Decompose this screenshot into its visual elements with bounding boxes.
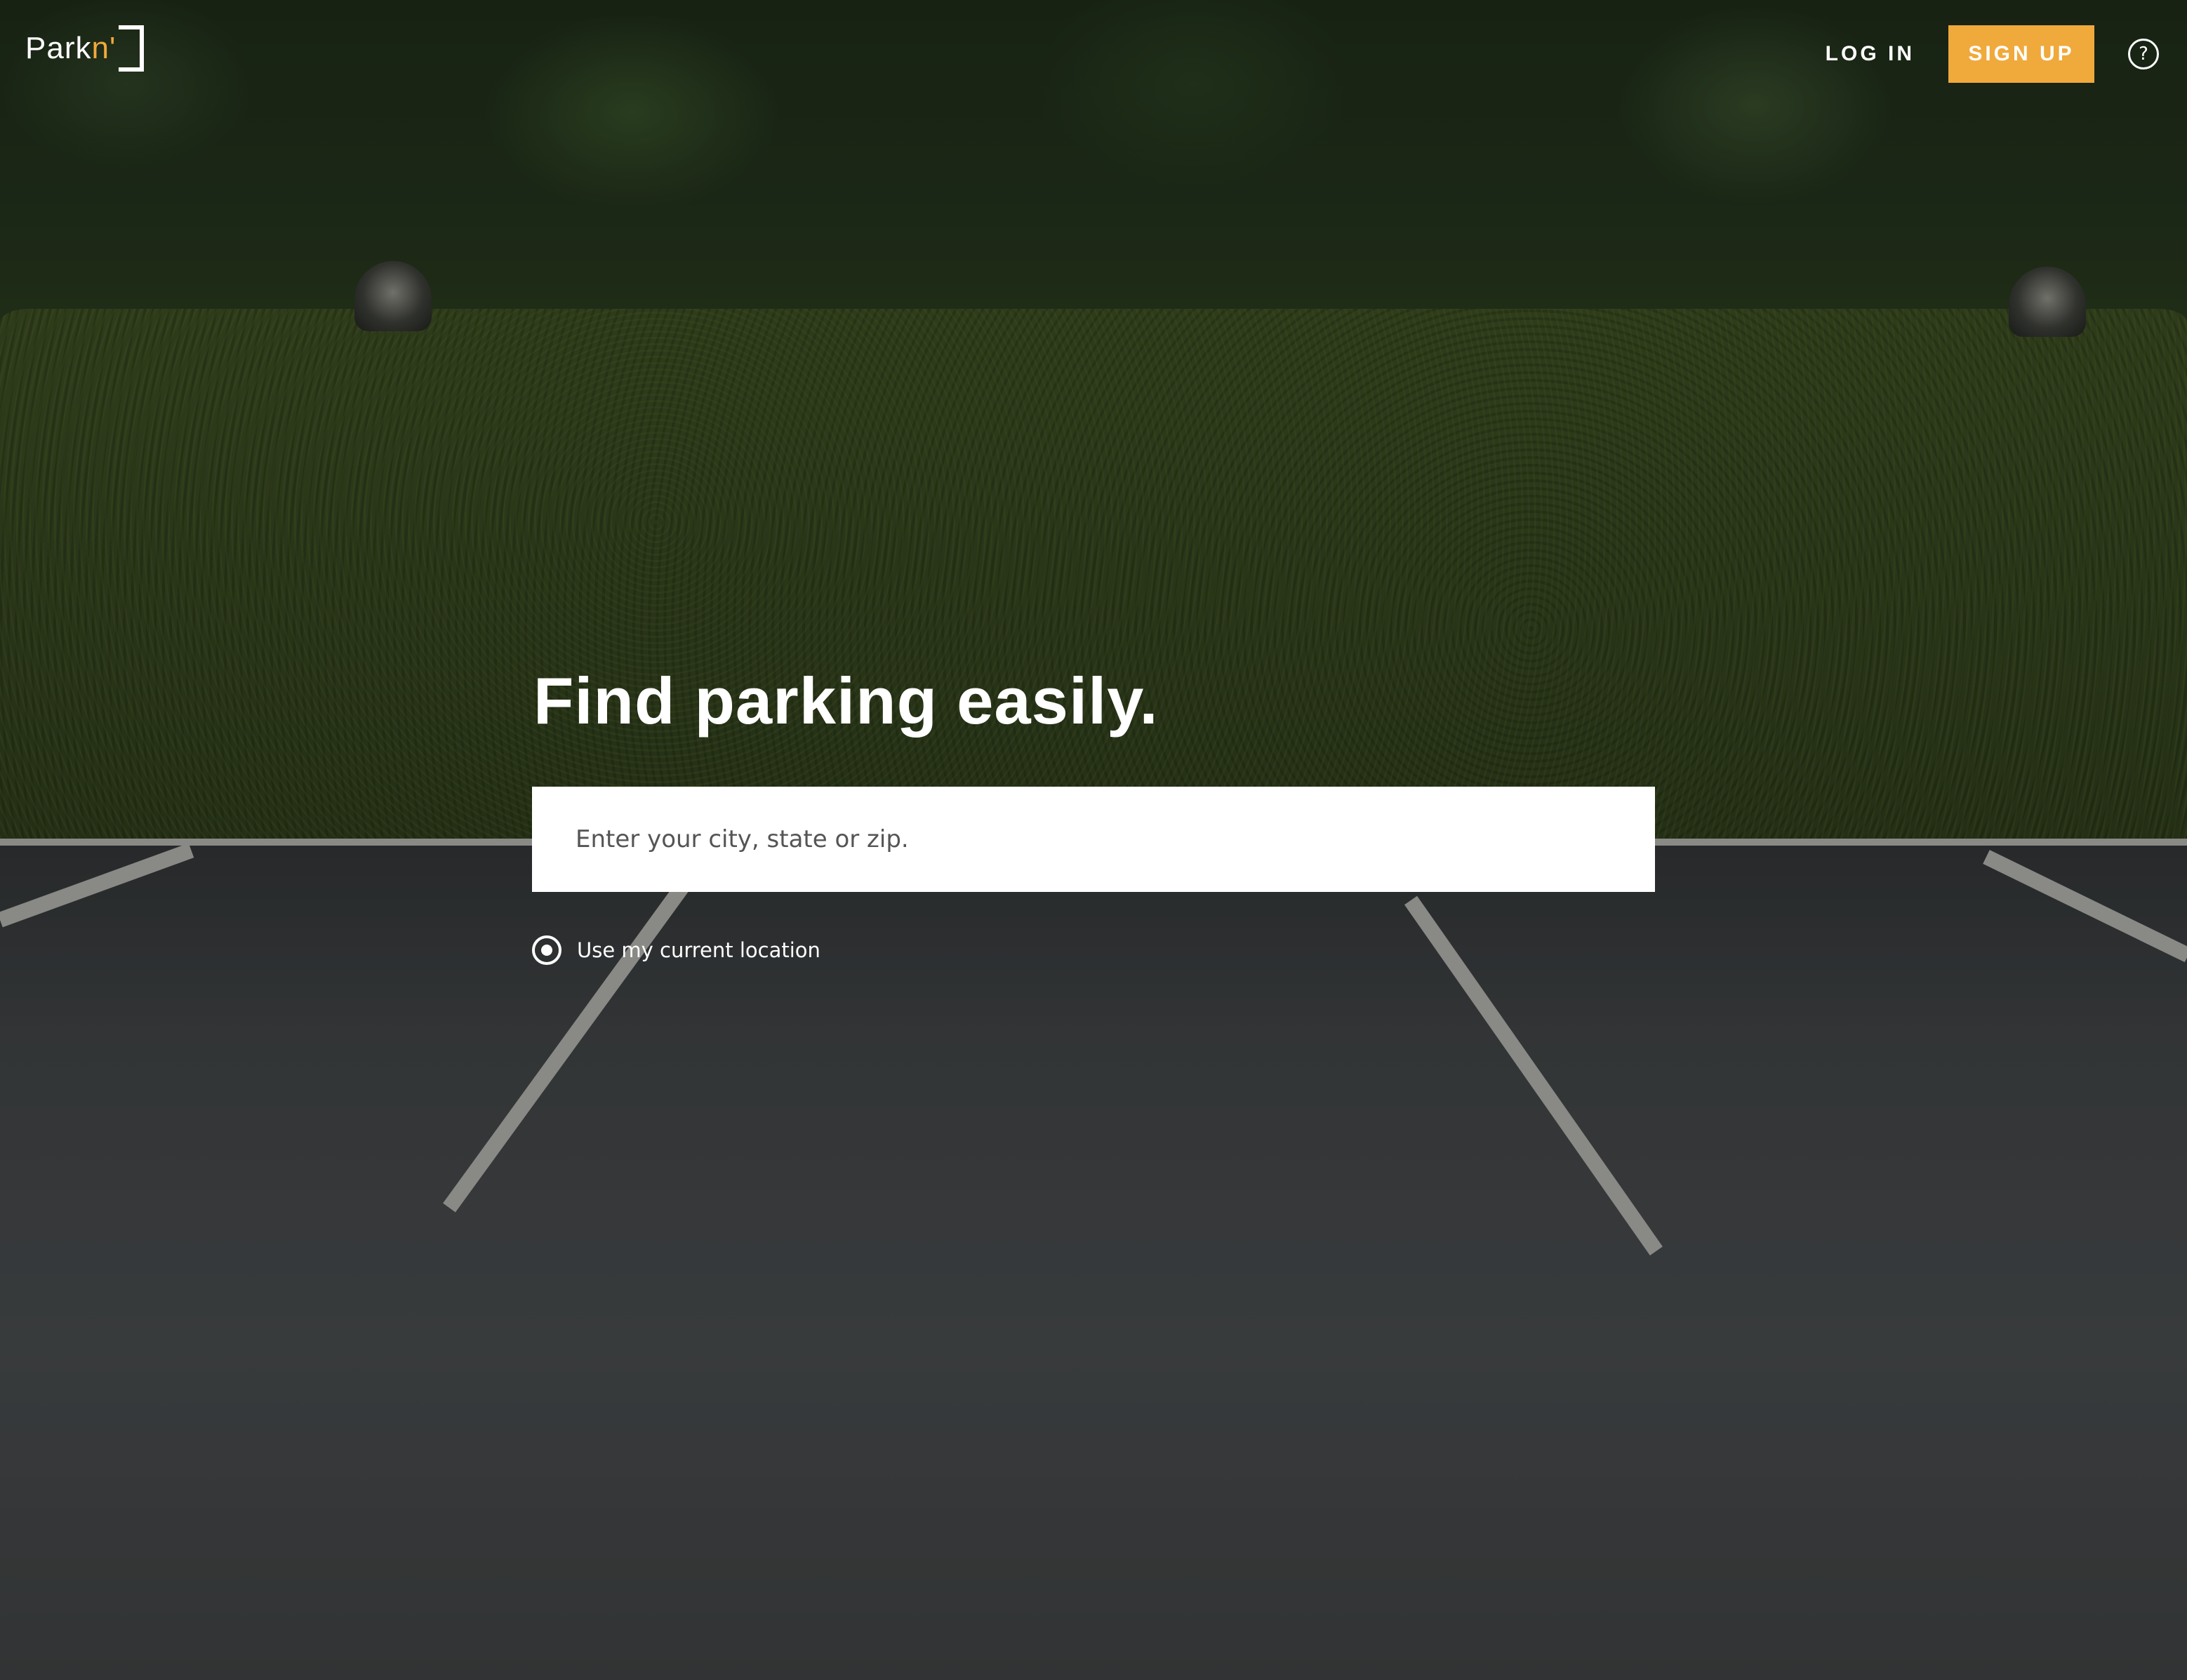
- use-current-location-option[interactable]: Use my current location: [532, 935, 820, 966]
- radio-target-icon[interactable]: [532, 935, 561, 965]
- location-search-input[interactable]: [574, 825, 1613, 854]
- brand-logo[interactable]: Park n': [25, 24, 145, 73]
- hero-title: Find parking easily.: [533, 664, 1159, 738]
- help-icon[interactable]: ?: [2128, 39, 2159, 69]
- landing-page: Park n' LOG IN SIGN UP ? Find parking ea…: [0, 0, 2187, 1680]
- search-box: [532, 787, 1655, 892]
- logo-text-accent: n': [91, 31, 117, 65]
- signup-button[interactable]: SIGN UP: [1948, 25, 2094, 83]
- use-current-location-label: Use my current location: [577, 938, 820, 962]
- radio-dot: [541, 945, 552, 956]
- top-nav: LOG IN SIGN UP ?: [1826, 25, 2159, 83]
- logo-text-main: Park: [25, 31, 92, 65]
- logo-bracket-icon: [119, 25, 145, 72]
- login-link[interactable]: LOG IN: [1826, 42, 1915, 66]
